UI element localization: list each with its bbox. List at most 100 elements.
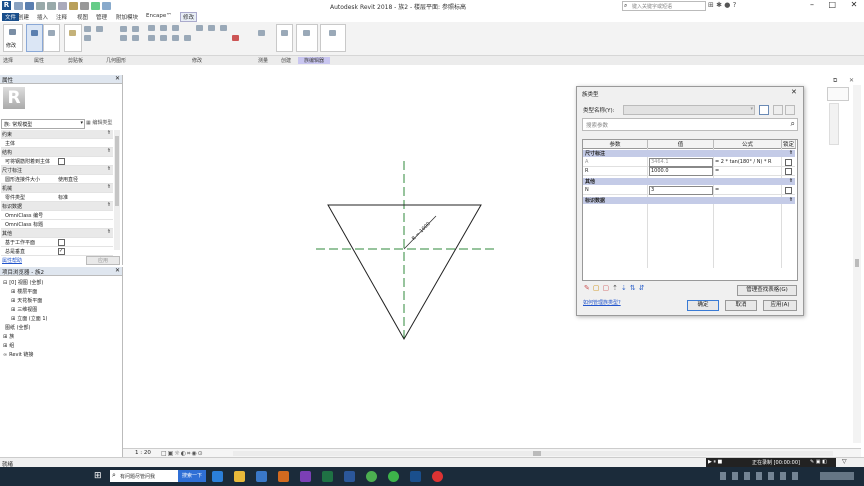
radius-dimension-label[interactable]: R = 1000 (411, 221, 432, 242)
tree-item[interactable]: ⊞ 组 (3, 342, 14, 349)
chrome-icon[interactable] (366, 471, 377, 482)
store-icon[interactable] (256, 471, 267, 482)
array-icon[interactable] (208, 25, 215, 31)
join-icon[interactable] (132, 26, 139, 32)
search-parameters-input[interactable]: 搜索参数 ⌕ (582, 118, 798, 131)
detail-level-icon[interactable]: □ (161, 450, 168, 457)
tree-item[interactable]: ⊞ 楼层平面 (11, 288, 37, 295)
tab-modify[interactable]: 修改 (180, 12, 198, 22)
view-cube[interactable] (827, 87, 849, 101)
split-face-icon[interactable] (132, 35, 139, 41)
section-icon[interactable] (102, 2, 111, 10)
tree-item[interactable]: ⊞ 三维视图 (11, 306, 37, 313)
offset-icon[interactable] (160, 25, 167, 31)
rename-type-icon[interactable] (773, 105, 783, 115)
view-scale[interactable]: 1 : 20 (135, 450, 151, 456)
parameter-row[interactable]: N 3 = (583, 186, 795, 195)
copy-element-icon[interactable] (160, 35, 167, 41)
tab-annotate[interactable]: 注释 (56, 13, 67, 21)
move-up-icon[interactable]: ⇡ (612, 284, 621, 292)
maximize-button[interactable]: □ (829, 0, 837, 9)
taskbar-search-button[interactable]: 搜索一下 (178, 470, 206, 482)
measure-icon[interactable] (69, 2, 78, 10)
tree-item[interactable]: 图纸 (全部) (3, 324, 31, 331)
windows-start-icon[interactable]: ⊞ (94, 472, 103, 481)
save-icon[interactable] (25, 2, 34, 10)
expand-toggle-icon[interactable]: ⊞ (11, 316, 15, 322)
collapse-icon[interactable]: ⇑ (107, 202, 111, 208)
manage-lookup-tables-button[interactable]: 管理查找表格(G) (737, 285, 797, 296)
cancel-button[interactable]: 取消 (725, 300, 757, 311)
sort-ascending-icon[interactable]: ⇅ (630, 284, 639, 292)
play-icon[interactable]: ▶ ⏸ ■ (708, 459, 722, 465)
tray-icons[interactable] (720, 472, 800, 480)
tree-item[interactable]: ⊞ 天花板平面 (11, 297, 42, 304)
excel-icon[interactable] (322, 471, 333, 482)
minimize-button[interactable]: – (810, 0, 814, 9)
formula-field[interactable]: = (715, 168, 719, 174)
revit-taskbar-icon[interactable] (410, 471, 421, 482)
tree-item[interactable]: ⊟ [0] 视图 (全部) (3, 279, 43, 286)
formula-field[interactable]: = 2 * tan(180° / N) * R (715, 159, 772, 165)
collapse-icon[interactable]: ⇑ (789, 150, 793, 156)
rotate-icon[interactable] (172, 35, 179, 41)
canvas-close-icon[interactable]: ✕ (849, 77, 854, 84)
collapse-icon[interactable]: ⇑ (107, 130, 111, 136)
lock-checkbox[interactable] (785, 159, 792, 166)
parameter-group[interactable]: 尺寸标注 ⇑ (583, 150, 795, 157)
type-name-select[interactable]: ▾ (623, 105, 755, 115)
close-icon[interactable]: ✕ (115, 75, 120, 82)
load-into-project-close-button[interactable] (320, 24, 346, 52)
type-properties-button[interactable] (43, 24, 60, 52)
tree-item[interactable]: ⊞ 立面 (立面 1) (11, 315, 47, 322)
panel-select[interactable]: 选择 (3, 57, 13, 64)
onenote-purple-icon[interactable] (300, 471, 311, 482)
paste-button[interactable] (64, 24, 82, 52)
onenote-icon[interactable] (278, 471, 289, 482)
move-down-icon[interactable]: ⇣ (621, 284, 630, 292)
properties-help-link[interactable]: 属性帮助 (2, 257, 22, 264)
tab-enscape[interactable]: Encape™ (146, 13, 172, 19)
dialog-close-button[interactable]: ✕ (791, 88, 797, 96)
family-selector[interactable]: 族: 常规模型 ▾ (1, 119, 85, 129)
property-category[interactable]: 其他 ⇑ (1, 229, 113, 238)
tab-create[interactable]: 创建 (18, 13, 29, 21)
property-value[interactable]: 标准 (58, 194, 68, 201)
value-field[interactable]: 3 (649, 186, 713, 195)
tree-item[interactable]: ⊞ 族 (3, 333, 14, 340)
expand-toggle-icon[interactable]: ⊞ (11, 289, 15, 295)
parameter-row[interactable]: R 1000.0 = (583, 167, 795, 176)
load-into-project-button[interactable] (296, 24, 318, 52)
wechat-icon[interactable] (388, 471, 399, 482)
navigation-bar[interactable] (829, 103, 839, 145)
edge-icon[interactable] (212, 471, 223, 482)
cope-icon[interactable] (120, 26, 127, 32)
tab-file[interactable]: 文件 (2, 13, 20, 21)
tab-view[interactable]: 视图 (77, 13, 88, 21)
new-parameter-icon[interactable]: ▢ (593, 284, 603, 292)
revit-logo-icon[interactable]: R (2, 1, 11, 10)
sort-descending-icon[interactable]: ⇵ (639, 284, 648, 292)
tab-manage[interactable]: 管理 (96, 13, 107, 21)
new-type-icon[interactable] (759, 105, 769, 115)
apply-dialog-button[interactable]: 应用(A) (763, 300, 797, 311)
binoculars-icon[interactable]: ⊞ (708, 1, 714, 9)
lock-checkbox[interactable] (785, 168, 792, 175)
formula-field[interactable]: = (715, 187, 719, 193)
property-value[interactable]: 使用直径 (58, 176, 78, 183)
record-tools-icon[interactable]: ✎ ▣ ◧ (810, 459, 827, 465)
copy-icon[interactable] (84, 35, 91, 41)
property-checkbox[interactable]: ✓ (58, 248, 65, 255)
measure-tool[interactable] (254, 27, 272, 45)
property-checkbox[interactable] (58, 239, 65, 246)
modify-select-button[interactable]: 修改 (3, 24, 23, 52)
parameter-group[interactable]: 其他 ⇑ (583, 178, 795, 185)
expand-toggle-icon[interactable]: ⊟ (3, 280, 7, 286)
expand-toggle-icon[interactable]: ⊞ (3, 334, 7, 340)
undo-icon[interactable] (36, 2, 45, 10)
collapse-icon[interactable]: ⇑ (789, 197, 793, 203)
cart-icon[interactable]: ✱ (716, 1, 722, 9)
trim-icon[interactable] (184, 35, 191, 41)
print-icon[interactable] (58, 2, 67, 10)
collapse-icon[interactable]: ⇑ (107, 184, 111, 190)
